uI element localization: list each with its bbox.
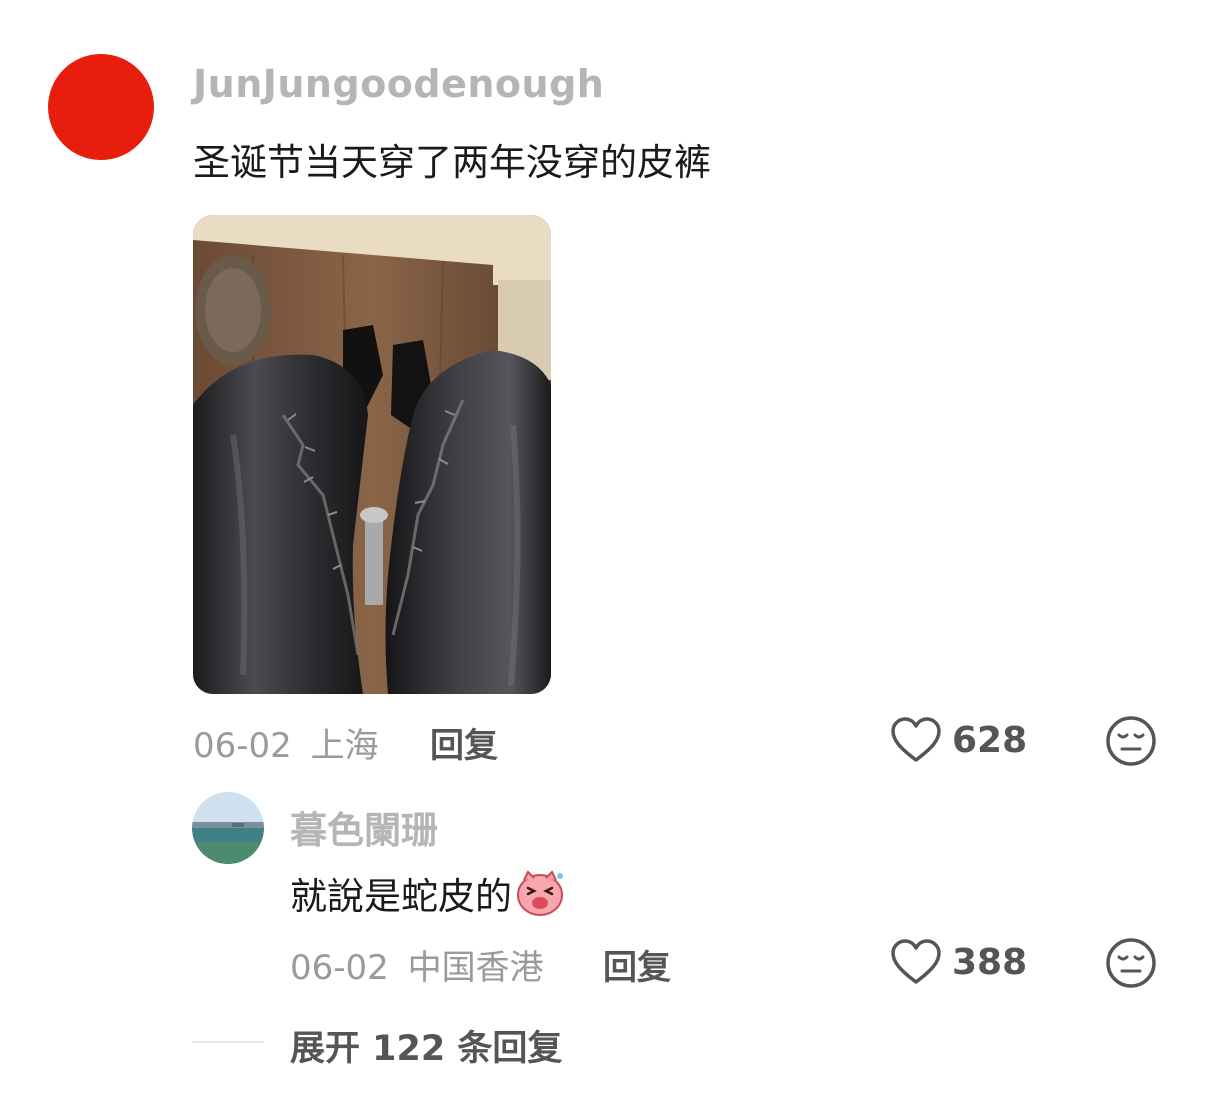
- comment-photo[interactable]: [193, 215, 551, 694]
- reply-text-row: 就說是蛇皮的: [290, 866, 566, 920]
- meh-face-icon: [1106, 938, 1156, 988]
- dislike-button[interactable]: [1105, 715, 1157, 771]
- reply-button[interactable]: 回复: [430, 718, 498, 767]
- laughing-pig-emoji: [517, 870, 563, 916]
- reply-text: 就說是蛇皮的: [290, 875, 512, 918]
- heart-outline-icon: [891, 717, 941, 762]
- avatar[interactable]: [48, 54, 154, 160]
- meh-face-icon: [1106, 716, 1156, 766]
- comment-location: 上海: [310, 726, 379, 766]
- expand-replies-button[interactable]: 展开 122 条回复: [290, 1020, 562, 1071]
- reply-dislike-button[interactable]: [1105, 937, 1157, 993]
- reply-location: 中国香港: [407, 948, 544, 988]
- reply-date: 06-02: [290, 948, 389, 988]
- like-count: 628: [952, 719, 1028, 761]
- reply-username[interactable]: 暮色闌珊: [290, 800, 438, 854]
- comment-date: 06-02: [193, 726, 292, 766]
- leather-pants-photo: [193, 215, 551, 694]
- comment-meta: 06-02 上海: [193, 718, 379, 767]
- lake-avatar-image: [192, 792, 264, 864]
- comment-text: 圣诞节当天穿了两年没穿的皮裤: [193, 141, 711, 184]
- reply-avatar[interactable]: [192, 792, 264, 864]
- reply-like-button[interactable]: 388: [890, 938, 1027, 986]
- reply-like-count: 388: [952, 941, 1028, 983]
- divider: [192, 1041, 264, 1043]
- reply-reply-button[interactable]: 回复: [603, 940, 671, 989]
- heart-outline-icon: [891, 939, 941, 984]
- comment-username[interactable]: JunJungoodenough: [193, 62, 604, 106]
- reply-meta: 06-02 中国香港: [290, 940, 544, 989]
- like-button[interactable]: 628: [890, 716, 1027, 764]
